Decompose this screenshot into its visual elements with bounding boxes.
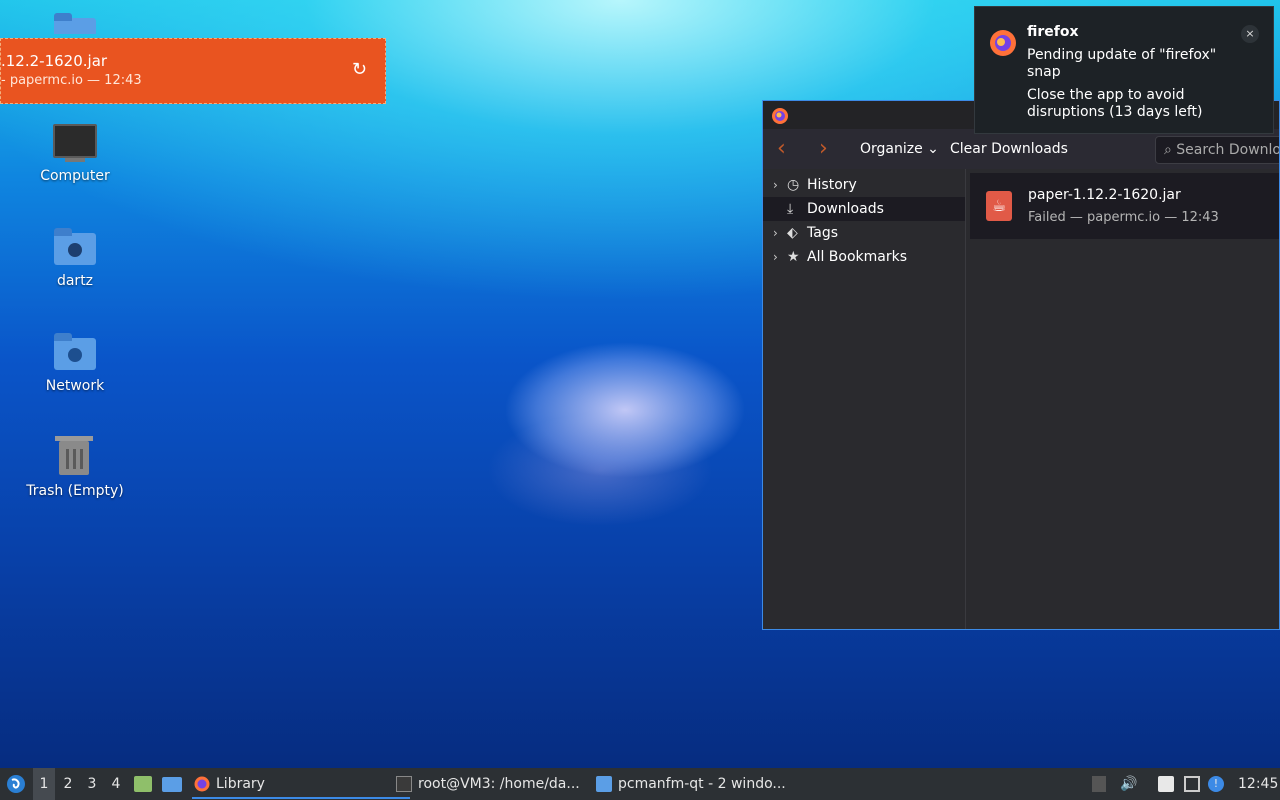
task-pcmanfm[interactable]: pcmanfm-qt - 2 windo... [594, 768, 818, 800]
list-item[interactable]: ☕ paper-1.12.2-1620.jar Failed — papermc… [970, 173, 1279, 239]
terminal-icon [396, 776, 412, 792]
task-label: Library [216, 776, 265, 792]
search-icon: ⌕ [1164, 142, 1177, 158]
organize-menu[interactable]: Organize ⌄ [860, 141, 939, 157]
library-sidebar: › ◷ History ⤓ Downloads › ⬖ Tags › ★ All… [763, 169, 966, 629]
clock-icon: ◷ [787, 177, 800, 193]
notification-body: Pending update of "firefox" snap [1027, 47, 1217, 80]
search-input[interactable]: ⌕ Search Downlo [1155, 136, 1280, 164]
sidebar-item-downloads[interactable]: ⤓ Downloads [763, 197, 965, 221]
desktop-icon-label: Trash (Empty) [26, 483, 124, 499]
chevron-right-icon[interactable]: › [773, 173, 778, 197]
chevron-right-icon[interactable]: › [773, 245, 778, 269]
tag-icon: ⬖ [787, 225, 798, 241]
task-terminal[interactable]: root@VM3: /home/da... [394, 768, 612, 800]
folder-icon [596, 776, 612, 792]
desktop-icon-folder-top[interactable] [25, 10, 125, 38]
java-file-icon: ☕ [986, 191, 1012, 221]
task-label: pcmanfm-qt - 2 windo... [618, 776, 786, 792]
workspace-1[interactable]: 1 [33, 768, 55, 800]
network-icon[interactable] [1184, 776, 1200, 792]
downloads-list: ☕ paper-1.12.2-1620.jar Failed — papermc… [966, 169, 1279, 629]
notification-app-name: firefox [1027, 24, 1079, 40]
organize-label: Organize [860, 141, 923, 157]
desktop-icon-trash[interactable]: Trash (Empty) [25, 435, 125, 499]
sidebar-item-label: Downloads [807, 201, 884, 217]
desktop-icon-label: Computer [40, 168, 110, 184]
firefox-icon [772, 108, 788, 124]
download-toast-status: - papermc.io — 12:43 [1, 73, 142, 88]
task-library[interactable]: Library [192, 768, 410, 800]
sidebar-item-all-bookmarks[interactable]: › ★ All Bookmarks [763, 245, 965, 269]
tray-expand-icon[interactable] [1092, 776, 1106, 792]
close-icon[interactable]: × [1241, 25, 1259, 43]
download-toast[interactable]: .12.2-1620.jar - papermc.io — 12:43 ↻ [0, 38, 386, 104]
desktop-icon-dartz[interactable]: dartz [25, 225, 125, 289]
workspace-4[interactable]: 4 [105, 768, 127, 800]
retry-icon[interactable]: ↻ [352, 59, 367, 80]
notification-body-detail: Close the app to avoid disruptions (13 d… [1027, 87, 1203, 120]
chevron-down-icon: ⌄ [922, 141, 939, 157]
computer-icon [53, 120, 97, 164]
clock[interactable]: 12:45 [1238, 768, 1278, 800]
task-label: root@VM3: /home/da... [418, 776, 580, 792]
forward-button[interactable]: › [819, 136, 828, 161]
search-placeholder: Search Downlo [1176, 142, 1280, 158]
desktop-icon-label: dartz [56, 273, 94, 289]
download-toast-filename: .12.2-1620.jar [1, 52, 108, 70]
network-folder-icon [53, 330, 97, 374]
firefox-icon [990, 30, 1016, 56]
firefox-icon [194, 776, 210, 792]
back-button[interactable]: ‹ [777, 136, 786, 161]
chevron-right-icon[interactable]: › [773, 221, 778, 245]
desktop-icon-network[interactable]: Network [25, 330, 125, 394]
folder-icon [53, 10, 97, 34]
volume-icon[interactable]: 🔊 [1120, 776, 1137, 792]
desktop-icon-computer[interactable]: Computer [25, 120, 125, 184]
sidebar-item-label: All Bookmarks [807, 249, 908, 265]
download-icon: ⤓ [787, 201, 794, 217]
start-menu-icon[interactable] [6, 774, 26, 794]
sidebar-item-label: Tags [807, 225, 838, 241]
library-window: ‹ › Organize ⌄ Clear Downloads ⌕ Search … [762, 100, 1280, 630]
download-filename: paper-1.12.2-1620.jar [1028, 187, 1181, 203]
trash-icon [53, 435, 97, 479]
taskbar: 1 2 3 4 Library root@VM3: /home/da... pc… [0, 768, 1280, 800]
workspace-2[interactable]: 2 [57, 768, 79, 800]
star-icon: ★ [787, 249, 800, 265]
sidebar-item-tags[interactable]: › ⬖ Tags [763, 221, 965, 245]
download-status: Failed — papermc.io — 12:43 [1028, 210, 1219, 225]
sidebar-item-label: History [807, 177, 857, 193]
desktop-icon-label: Network [45, 378, 105, 394]
sidebar-item-history[interactable]: › ◷ History [763, 173, 965, 197]
library-toolbar: ‹ › Organize ⌄ Clear Downloads ⌕ Search … [763, 129, 1279, 169]
clear-downloads-button[interactable]: Clear Downloads [950, 141, 1068, 157]
notification-popup[interactable]: firefox Pending update of "firefox" snap… [974, 6, 1274, 134]
home-folder-icon [53, 225, 97, 269]
update-notifier-icon[interactable]: ! [1208, 776, 1224, 792]
clipboard-icon[interactable] [1158, 776, 1174, 792]
workspace-3[interactable]: 3 [81, 768, 103, 800]
